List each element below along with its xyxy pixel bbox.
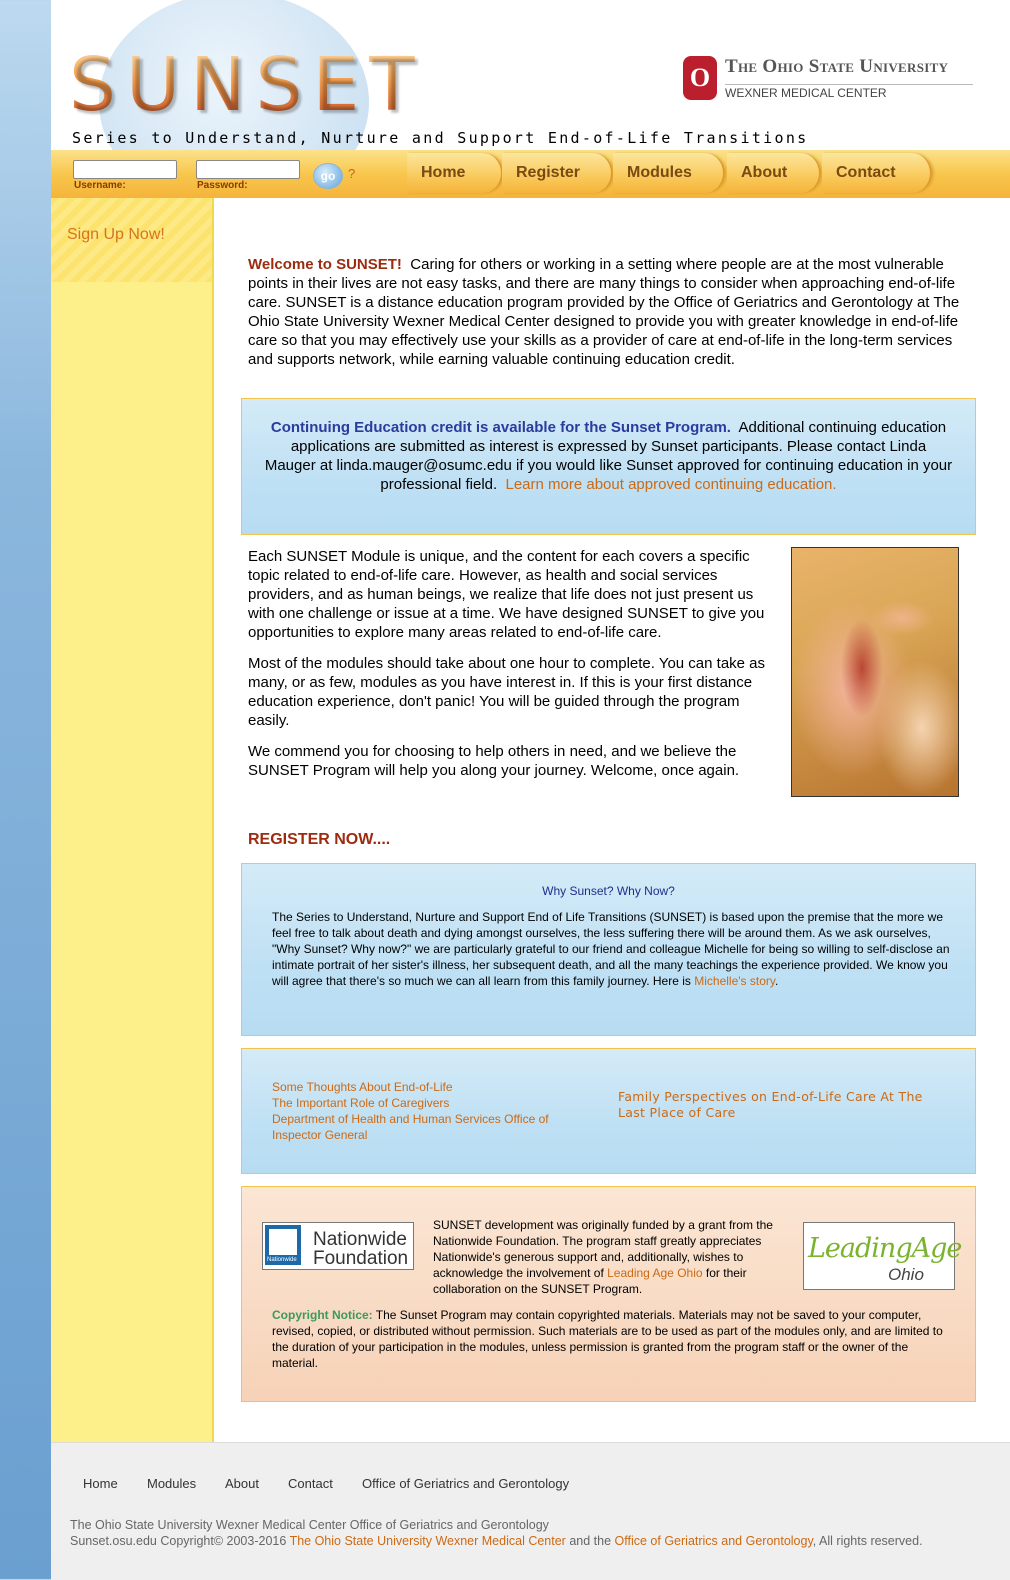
why-sunset-tail: .: [775, 974, 779, 988]
resources-box: Some Thoughts About End-of-Life The Impo…: [241, 1048, 976, 1174]
copyright-text: The Sunset Program may contain copyright…: [272, 1308, 943, 1370]
footer-nav-contact[interactable]: Contact: [288, 1476, 333, 1491]
username-label: Username:: [74, 180, 126, 191]
funding-text: SUNSET development was originally funded…: [433, 1217, 783, 1297]
resources-left-list: Some Thoughts About End-of-Life The Impo…: [272, 1079, 582, 1143]
funding-box: Nationwide Nationwide Foundation SUNSET …: [241, 1186, 976, 1402]
page: SUNSET Series to Understand, Nurture and…: [51, 0, 1010, 1580]
why-sunset-box: Why Sunset? Why Now? The Series to Under…: [241, 863, 976, 1036]
sunset-logo[interactable]: SUNSET: [69, 48, 424, 122]
leading-age-ohio-logo[interactable]: LeadingAge Ohio: [803, 1222, 962, 1290]
footer-and: and the: [569, 1534, 612, 1548]
osu-block-o-icon: O: [683, 56, 717, 100]
resource-link-thoughts[interactable]: Some Thoughts About End-of-Life: [272, 1079, 582, 1095]
footer-nav-home[interactable]: Home: [83, 1476, 118, 1491]
nav-contact[interactable]: Contact: [822, 153, 932, 193]
sidebar-signup-panel: Sign Up Now!: [51, 198, 212, 282]
leading-age-logo-sub: Ohio: [888, 1265, 924, 1284]
leading-age-logo-text: LeadingAge: [808, 1233, 962, 1264]
osu-name: The Ohio State University: [725, 56, 949, 77]
modules-paragraph-3: We commend you for choosing to help othe…: [248, 743, 740, 779]
password-label: Password:: [197, 180, 248, 191]
help-link[interactable]: ?: [348, 166, 355, 181]
copyright-notice: Copyright Notice: The Sunset Program may…: [272, 1307, 952, 1371]
osu-subtitle: WEXNER MEDICAL CENTER: [725, 84, 973, 100]
resource-link-caregivers[interactable]: The Important Role of Caregivers: [272, 1095, 582, 1111]
ce-info-text: Continuing Education credit is available…: [242, 418, 975, 494]
ce-title: Continuing Education credit is available…: [270, 419, 731, 436]
tagline: Series to Understand, Nurture and Suppor…: [72, 129, 809, 147]
nav-register[interactable]: Register: [502, 153, 613, 193]
welcome-paragraph: Welcome to SUNSET! Caring for others or …: [248, 255, 970, 369]
nav-home[interactable]: Home: [407, 153, 503, 193]
site-header: SUNSET Series to Understand, Nurture and…: [51, 0, 1010, 150]
ce-info-box: Continuing Education credit is available…: [241, 398, 976, 535]
footer-line-1: The Ohio State University Wexner Medical…: [70, 1518, 549, 1532]
register-now-link[interactable]: REGISTER NOW....: [248, 831, 390, 849]
lily-flower-image: [791, 547, 959, 797]
resource-link-hhs-oig[interactable]: Department of Health and Human Services …: [272, 1111, 582, 1143]
michelles-story-link[interactable]: Michelle's story: [694, 974, 775, 988]
nationwide-mark-icon: Nationwide: [265, 1225, 301, 1265]
nationwide-logo-text: Nationwide Foundation: [313, 1229, 409, 1269]
nav-modules[interactable]: Modules: [613, 153, 725, 193]
go-button[interactable]: go: [313, 163, 343, 189]
copyright-label: Copyright Notice:: [272, 1308, 373, 1322]
why-sunset-title: Why Sunset? Why Now?: [542, 884, 675, 898]
leading-age-ohio-link[interactable]: Leading Age Ohio: [607, 1266, 702, 1280]
resource-link-family-perspectives[interactable]: Family Perspectives on End-of-Life Care …: [618, 1089, 936, 1121]
nav-about[interactable]: About: [727, 153, 821, 193]
footer-nav-geriatrics[interactable]: Office of Geriatrics and Gerontology: [362, 1476, 569, 1491]
footer-rights: , All rights reserved.: [812, 1534, 923, 1548]
footer-link-geriatrics[interactable]: Office of Geriatrics and Gerontology: [615, 1534, 813, 1548]
modules-paragraph-2: Most of the modules should take about on…: [248, 655, 766, 729]
modules-paragraph-1: Each SUNSET Module is unique, and the co…: [248, 548, 765, 641]
why-sunset-text: The Series to Understand, Nurture and Su…: [272, 909, 952, 989]
left-sidebar: Sign Up Now!: [51, 198, 214, 1442]
welcome-lead: Welcome to SUNSET!: [248, 256, 402, 273]
password-input[interactable]: [196, 160, 300, 179]
footer-link-wexner[interactable]: The Ohio State University Wexner Medical…: [290, 1534, 566, 1548]
osu-logo[interactable]: O The Ohio State University WEXNER MEDIC…: [683, 56, 983, 106]
modules-intro: Each SUNSET Module is unique, and the co…: [248, 547, 776, 780]
why-sunset-body: The Series to Understand, Nurture and Su…: [272, 910, 950, 988]
site-footer: Home Modules About Contact Office of Ger…: [51, 1442, 1010, 1580]
nationwide-foundation-logo[interactable]: Nationwide Nationwide Foundation: [262, 1222, 414, 1270]
footer-line-2: Sunset.osu.edu Copyright© 2003-2016 The …: [70, 1534, 923, 1548]
footer-nav-modules[interactable]: Modules: [147, 1476, 196, 1491]
username-input[interactable]: [73, 160, 177, 179]
ce-learn-more-link[interactable]: Learn more about approved continuing edu…: [506, 476, 837, 493]
footer-copyright: Sunset.osu.edu Copyright© 2003-2016: [70, 1534, 287, 1548]
footer-nav-about[interactable]: About: [225, 1476, 259, 1491]
signup-link[interactable]: Sign Up Now!: [67, 226, 165, 244]
